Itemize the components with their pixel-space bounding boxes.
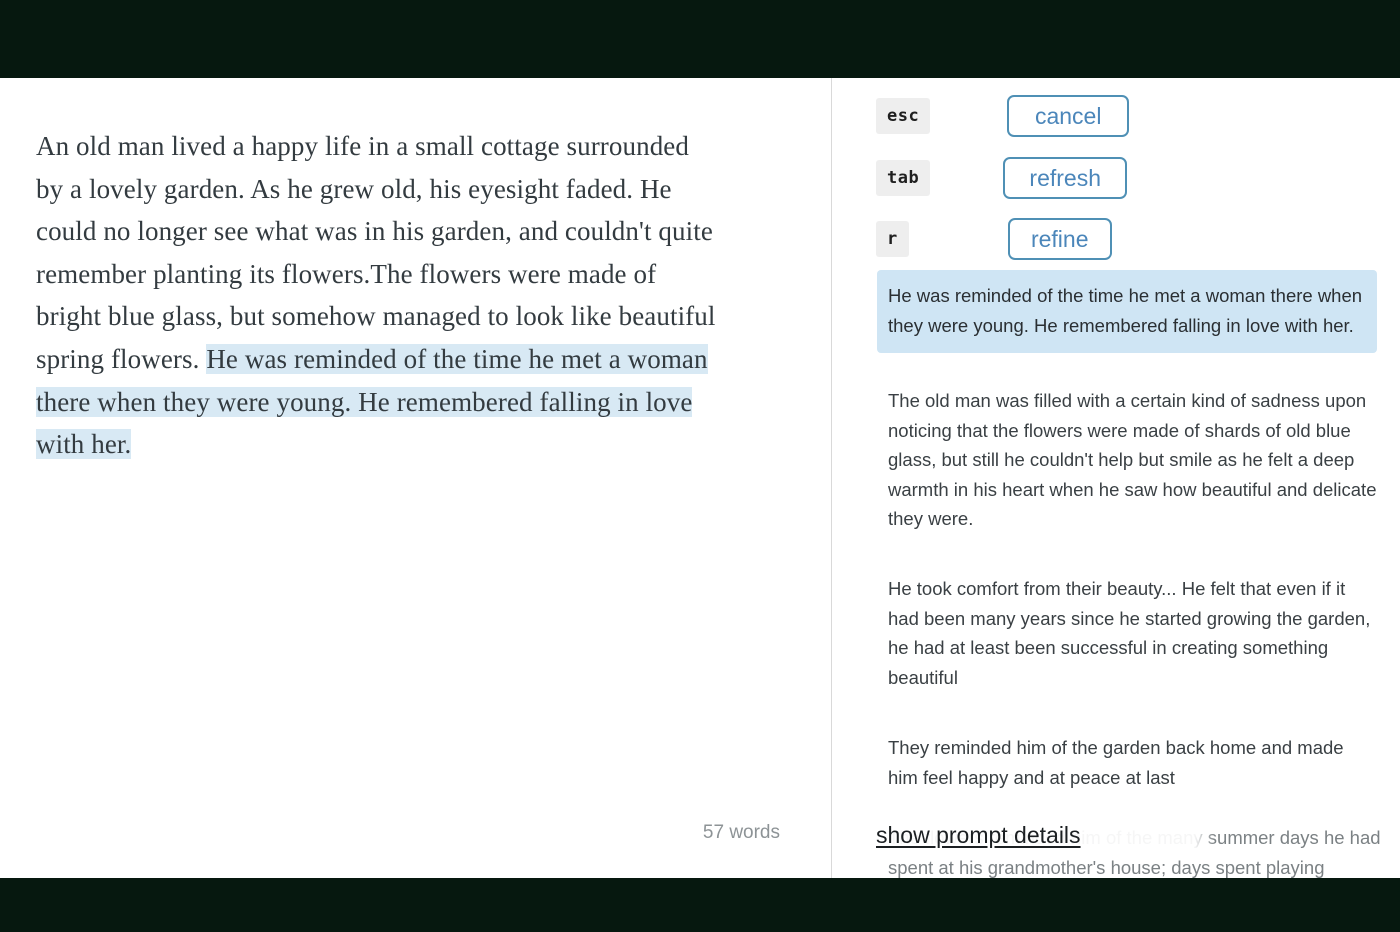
suggestion-item[interactable]: He took comfort from their beauty... He … <box>888 574 1378 692</box>
document-body[interactable]: An old man lived a happy life in a small… <box>36 125 716 466</box>
suggestion-item[interactable]: They reminded him of the garden back hom… <box>888 733 1378 792</box>
document-editor-pane[interactable]: An old man lived a happy life in a small… <box>0 78 832 878</box>
refine-button[interactable]: refine <box>1007 218 1112 260</box>
app-window: An old man lived a happy life in a small… <box>0 0 1400 932</box>
word-count-label: words <box>729 822 780 843</box>
cancel-button[interactable]: cancel <box>1007 95 1130 137</box>
assistant-pane: esc cancel tab refresh r refine He was r… <box>832 78 1400 878</box>
shortcut-row-refresh: tab refresh <box>876 157 1128 199</box>
word-count-number: 57 <box>702 822 725 843</box>
window-bottom-chrome <box>0 878 1400 932</box>
document-text-unselected: An old man lived a happy life in a small… <box>36 131 716 374</box>
suggestion-item[interactable]: The old man was filled with a certain ki… <box>888 386 1378 534</box>
shortcut-row-refine: r refine <box>876 218 1112 260</box>
word-count: 57 words <box>0 822 780 844</box>
key-r[interactable]: r <box>876 221 909 257</box>
refresh-button[interactable]: refresh <box>1003 157 1128 199</box>
show-prompt-details-link[interactable]: show prompt details <box>876 822 1081 849</box>
selected-suggestion[interactable]: He was reminded of the time he met a wom… <box>877 270 1377 353</box>
window-top-chrome <box>0 0 1400 78</box>
main-content: An old man lived a happy life in a small… <box>0 78 1400 878</box>
key-tab[interactable]: tab <box>876 160 931 196</box>
key-esc[interactable]: esc <box>876 98 931 134</box>
shortcut-row-cancel: esc cancel <box>876 95 1130 137</box>
